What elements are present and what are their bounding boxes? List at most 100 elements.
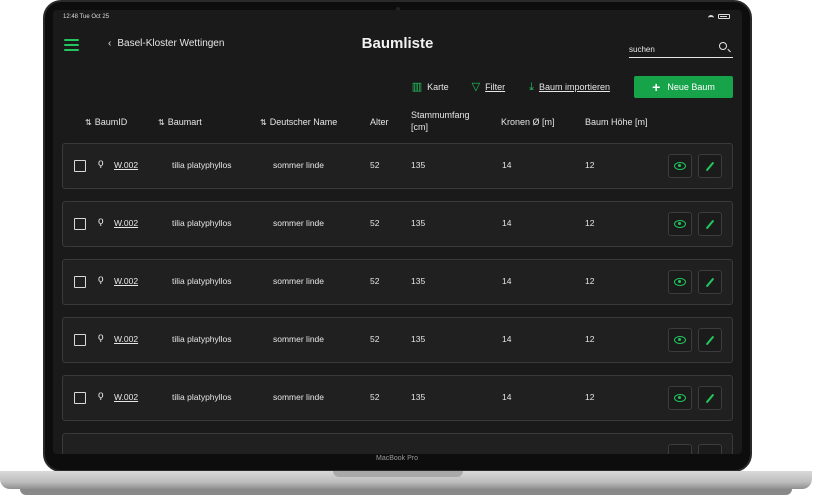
search-input[interactable] <box>629 41 709 58</box>
cell-umfang: 135 <box>411 218 426 228</box>
cell-name: sommer linde <box>273 218 325 228</box>
column-header-hoehe: Baum Höhe [m] <box>585 117 648 127</box>
cell-hoehe: 12 <box>585 160 595 170</box>
edit-button[interactable] <box>698 328 722 352</box>
laptop-notch <box>333 471 463 477</box>
sort-icon: ⇅ <box>158 117 165 127</box>
cell-kronen: 14 <box>502 160 512 170</box>
tree-id-link[interactable]: W.002 <box>114 276 138 286</box>
column-header-name[interactable]: ⇅ Deutscher Name <box>260 117 337 127</box>
cell-alter: 52 <box>370 218 380 228</box>
plus-icon: + <box>652 79 661 95</box>
table-row[interactable]: ϙ W.002 tilia platyphyllos sommer linde … <box>62 201 733 247</box>
table-row[interactable] <box>62 433 733 454</box>
tree-icon: ϙ <box>98 158 104 169</box>
new-tree-button[interactable]: + Neue Baum <box>634 76 733 98</box>
eye-icon <box>674 394 686 402</box>
row-checkbox[interactable] <box>74 218 86 230</box>
status-bar-icons <box>708 14 730 19</box>
tree-id-link[interactable]: W.002 <box>114 334 138 344</box>
view-button[interactable] <box>668 270 692 294</box>
battery-icon <box>718 14 730 19</box>
eye-icon <box>674 162 686 170</box>
pencil-icon <box>705 277 715 287</box>
tree-id-link[interactable]: W.002 <box>114 392 138 402</box>
cell-kronen: 14 <box>502 276 512 286</box>
cell-umfang: 135 <box>411 160 426 170</box>
edit-button[interactable] <box>698 212 722 236</box>
cell-hoehe: 12 <box>585 334 595 344</box>
device-model-label: MacBook Pro <box>375 455 419 462</box>
cell-kronen: 14 <box>502 392 512 402</box>
view-button[interactable] <box>668 444 692 454</box>
cell-art: tilia platyphyllos <box>172 160 232 170</box>
table-row[interactable]: ϙ W.002 tilia platyphyllos sommer linde … <box>62 259 733 305</box>
pencil-icon <box>705 219 715 229</box>
row-checkbox[interactable] <box>74 334 86 346</box>
cell-name: sommer linde <box>273 160 325 170</box>
filter-icon: ▽ <box>471 80 481 93</box>
tree-id-link[interactable]: W.002 <box>114 218 138 228</box>
tree-icon: ϙ <box>98 332 104 343</box>
view-button[interactable] <box>668 328 692 352</box>
pencil-icon <box>705 335 715 345</box>
sort-icon: ⇅ <box>85 117 92 127</box>
cell-alter: 52 <box>370 392 380 402</box>
status-date: Tue Oct 25 <box>79 14 110 20</box>
view-button[interactable] <box>668 154 692 178</box>
edit-button[interactable] <box>698 270 722 294</box>
cell-art: tilia platyphyllos <box>172 218 232 228</box>
cell-alter: 52 <box>370 334 380 344</box>
column-label-umfang: Stammumfang [cm] <box>411 110 470 132</box>
wifi-icon <box>708 14 714 19</box>
row-checkbox[interactable] <box>74 160 86 172</box>
pencil-icon <box>705 393 715 403</box>
download-icon: ⤓ <box>529 80 534 93</box>
row-checkbox[interactable] <box>74 276 86 288</box>
view-button[interactable] <box>668 212 692 236</box>
map-icon: ▥ <box>411 80 423 93</box>
table-row[interactable]: ϙ W.002 tilia platyphyllos sommer linde … <box>62 375 733 421</box>
cell-art: tilia platyphyllos <box>172 334 232 344</box>
cell-kronen: 14 <box>502 334 512 344</box>
edit-button[interactable] <box>698 386 722 410</box>
column-header-art[interactable]: ⇅ Baumart <box>158 117 202 127</box>
cell-name: sommer linde <box>273 392 325 402</box>
status-time: 12:48 <box>63 14 79 20</box>
edit-button[interactable] <box>698 444 722 454</box>
filter-label: Filter <box>485 82 506 92</box>
tree-id-link[interactable]: W.002 <box>114 160 138 170</box>
edit-button[interactable] <box>698 154 722 178</box>
column-header-id[interactable]: ⇅ BaumID <box>85 117 127 127</box>
table-row[interactable]: ϙ W.002 tilia platyphyllos sommer linde … <box>62 317 733 363</box>
import-label: Baum importieren <box>538 82 610 92</box>
view-button[interactable] <box>668 386 692 410</box>
karte-label: Karte <box>427 82 449 92</box>
filter-button[interactable]: ▽ Filter <box>471 80 506 93</box>
cell-art: tilia platyphyllos <box>172 392 232 402</box>
tree-icon: ϙ <box>98 274 104 285</box>
cell-umfang: 135 <box>411 392 426 402</box>
cell-hoehe: 12 <box>585 218 595 228</box>
column-label-alter: Alter <box>370 117 389 127</box>
search-field[interactable] <box>629 39 733 58</box>
tree-icon: ϙ <box>98 216 104 227</box>
import-button[interactable]: ⤓ Baum importieren <box>529 80 610 93</box>
cell-hoehe: 12 <box>585 392 595 402</box>
cell-name: sommer linde <box>273 334 325 344</box>
column-label-art: Baumart <box>167 117 202 127</box>
cell-umfang: 135 <box>411 276 426 286</box>
eye-icon <box>674 220 686 228</box>
karte-button[interactable]: ▥ Karte <box>411 80 449 93</box>
cell-alter: 52 <box>370 160 380 170</box>
sort-icon: ⇅ <box>260 117 267 127</box>
table-row[interactable]: ϙ W.002 tilia platyphyllos sommer linde … <box>62 143 733 189</box>
search-icon[interactable] <box>719 42 727 50</box>
column-header-kronen: Kronen Ø [m] <box>501 117 555 127</box>
cell-name: sommer linde <box>273 276 325 286</box>
cell-art: tilia platyphyllos <box>172 276 232 286</box>
column-label-hoehe: Baum Höhe [m] <box>585 117 648 127</box>
row-checkbox[interactable] <box>74 392 86 404</box>
status-bar-time: 12:48 Tue Oct 25 <box>63 14 109 20</box>
tree-icon: ϙ <box>98 390 104 401</box>
